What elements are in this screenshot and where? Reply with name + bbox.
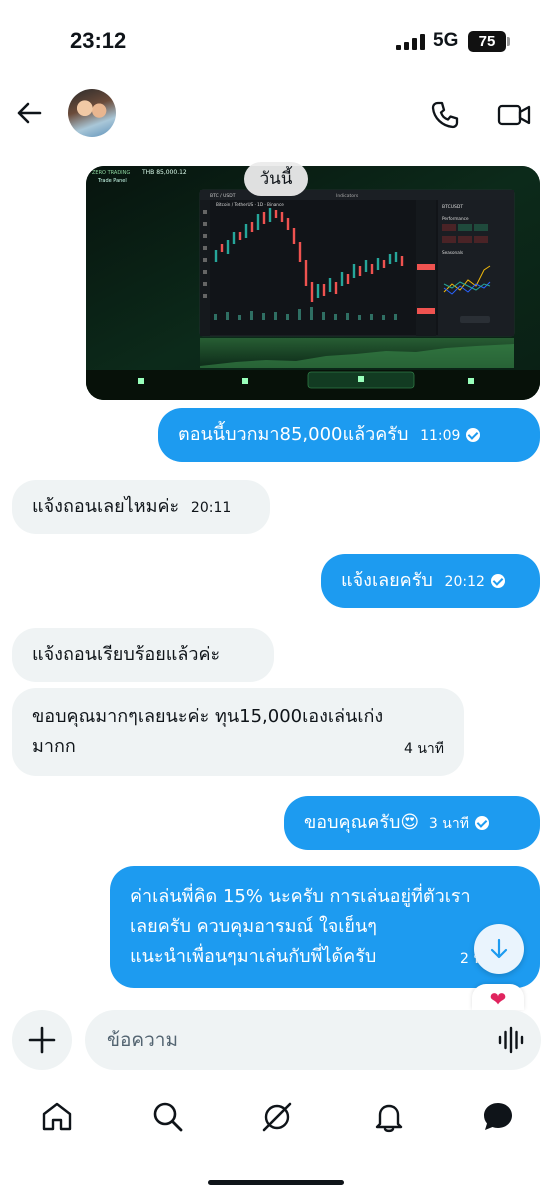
screenshot-pair: BTC / USDT: [210, 193, 236, 199]
message-text-line: แนะนำเพื่อนๆมาเล่นกับพี่ได้ครับ: [130, 946, 377, 967]
message-bubble-outgoing[interactable]: ค่าเล่นพี่คิด 15% นะครับ การเล่นอยู่ที่ต…: [110, 866, 540, 988]
heart-reaction-icon[interactable]: ❤: [472, 984, 524, 1010]
home-indicator: [208, 1180, 344, 1185]
message-text-line: มากก: [32, 736, 76, 757]
arrow-left-icon[interactable]: [14, 98, 44, 128]
image-message-trading-screenshot[interactable]: ZERO TRADING THB 85,000.12 Trade Panel B…: [86, 166, 540, 400]
screenshot-performance: Performance: [442, 216, 469, 221]
message-time: 20:12: [445, 574, 505, 590]
read-receipt-icon: [474, 816, 489, 830]
message-bubble-outgoing[interactable]: ขอบคุณครับ😍 3 นาที: [284, 796, 540, 850]
battery-indicator: 75: [468, 31, 506, 52]
message-text: แจ้งถอนเรียบร้อยแล้วค่ะ: [32, 644, 221, 665]
message-bubble-outgoing[interactable]: แจ้งเลยครับ 20:12: [321, 554, 540, 608]
screenshot-panel-label: Trade Panel: [97, 178, 127, 184]
message-bubble-incoming[interactable]: ขอบคุณมากๆเลยนะค่ะ ทุน15,000เองเล่นเก่ง …: [12, 688, 464, 776]
network-type: 5G: [433, 30, 459, 51]
message-text: ขอบคุณครับ😍: [304, 812, 420, 833]
signal-icon: [396, 34, 425, 50]
message-text: แจ้งเลยครับ: [341, 570, 433, 591]
status-bar: 23:12 5G 75: [0, 0, 553, 80]
message-bubble-outgoing[interactable]: ตอนนี้บวกมา85,000แล้วครับ 11:09: [158, 408, 540, 462]
screenshot-app-title: ZERO TRADING: [92, 170, 130, 176]
conversation-header: [0, 80, 553, 150]
date-separator: วันนี้: [244, 162, 308, 196]
grok-icon[interactable]: [260, 1100, 294, 1134]
read-receipt-icon: [490, 574, 505, 588]
screenshot-symbol: BTCUSDT: [442, 204, 463, 210]
message-composer: [0, 1008, 553, 1074]
trading-screenshot-image: ZERO TRADING THB 85,000.12 Trade Panel B…: [86, 166, 540, 400]
voice-waveform-icon[interactable]: [497, 1026, 525, 1054]
message-time: 11:09: [420, 428, 481, 444]
message-bubble-incoming[interactable]: แจ้งถอนเลยไหมค่ะ 20:11: [12, 480, 270, 534]
screenshot-chart-header: Bitcoin / TetherUS · 1D · Binance: [216, 202, 284, 207]
status-time: 23:12: [70, 28, 127, 53]
search-icon[interactable]: [151, 1100, 185, 1134]
phone-icon[interactable]: [430, 100, 460, 130]
screenshot-balance: THB 85,000.12: [141, 169, 187, 176]
home-icon[interactable]: [40, 1100, 74, 1134]
video-camera-icon[interactable]: [497, 100, 531, 130]
message-input[interactable]: [85, 1010, 465, 1070]
message-text: แจ้งถอนเลยไหมค่ะ: [32, 496, 180, 517]
message-time: 4 นาที: [403, 741, 444, 757]
message-text: ตอนนี้บวกมา85,000แล้วครับ: [178, 424, 409, 445]
avatar[interactable]: [68, 89, 116, 137]
screenshot-indicators: Indicators: [336, 193, 359, 199]
bottom-navigation: [0, 1086, 553, 1148]
message-text-line: เลยครับ ควบคุมอารมณ์ ใจเย็นๆ: [130, 916, 377, 937]
chat-bubble-icon[interactable]: [481, 1100, 515, 1134]
message-text-line: ขอบคุณมากๆเลยนะค่ะ ทุน15,000เองเล่นเก่ง: [32, 706, 384, 727]
message-bubble-incoming[interactable]: แจ้งถอนเรียบร้อยแล้วค่ะ: [12, 628, 274, 682]
message-time: 20:11: [190, 500, 232, 516]
message-input-container: [85, 1010, 541, 1070]
arrow-down-icon[interactable]: [474, 924, 524, 974]
screenshot-seasonals: Seasonals: [442, 250, 463, 255]
message-text-line: ค่าเล่นพี่คิด 15% นะครับ การเล่นอยู่ที่ต…: [130, 886, 471, 907]
message-time: 3 นาที: [429, 816, 489, 832]
read-receipt-icon: [466, 428, 481, 442]
message-list[interactable]: ZERO TRADING THB 85,000.12 Trade Panel B…: [0, 150, 553, 1010]
bell-icon[interactable]: [372, 1100, 406, 1134]
plus-icon[interactable]: [12, 1010, 72, 1070]
battery-tip: [507, 37, 510, 46]
